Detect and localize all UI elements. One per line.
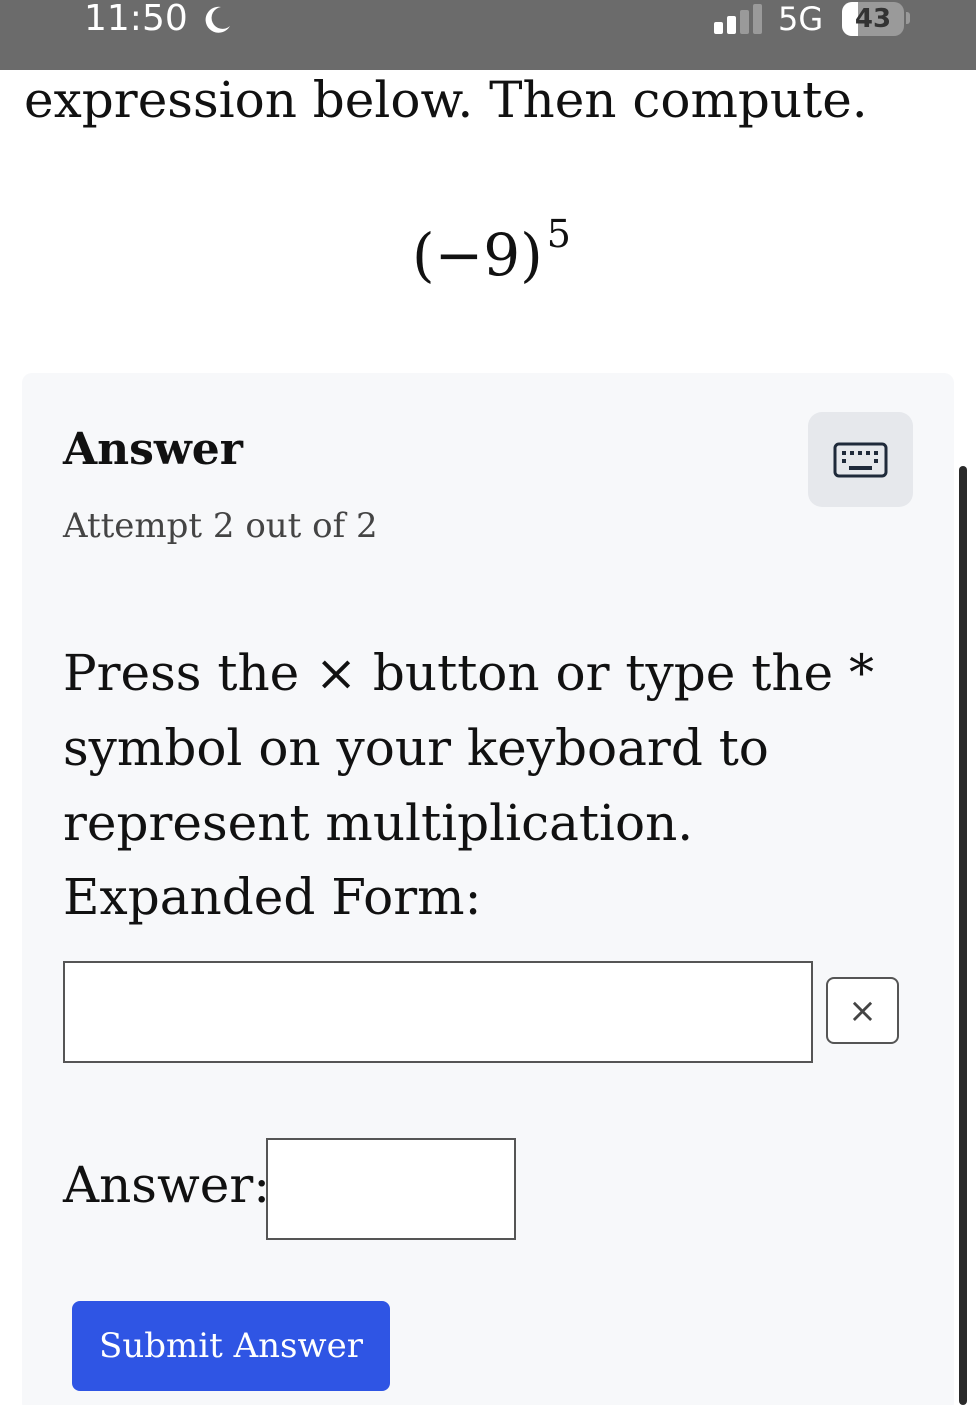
battery-percent: 43 [854,4,892,34]
status-bar: 11:50 5G 43 [0,0,976,70]
answer-label: Answer: [63,1156,271,1214]
instructions: Press the × button or type the * symbol … [63,636,875,861]
math-expression: (−9) 5 [412,210,571,307]
expanded-form-input[interactable] [63,961,813,1063]
attempt-counter: Attempt 2 out of 2 [63,506,378,546]
instruction-line: symbol on your keyboard to [63,719,769,777]
status-time: 11:50 [84,0,188,39]
battery-tip [906,12,910,24]
battery-icon: 43 [842,2,904,36]
answer-input[interactable] [266,1138,516,1240]
expression-exponent: 5 [546,212,571,256]
expanded-form-label: Expanded Form: [63,868,482,926]
answer-title: Answer [63,424,243,475]
scrollbar[interactable] [959,466,967,1405]
moon-icon [205,6,230,33]
multiply-button[interactable]: × [826,977,899,1044]
submit-answer-button[interactable]: Submit Answer [72,1301,390,1391]
keyboard-toggle-button[interactable] [808,412,913,507]
instruction-line: represent multiplication. [63,794,694,852]
expression-base: (−9) [412,221,543,289]
instruction-line: Press the × button or type the * [63,644,875,702]
signal-icon [714,4,764,34]
keyboard-icon [833,442,888,478]
question-text: expression below. Then compute. [24,71,868,129]
network-type: 5G [778,0,824,38]
